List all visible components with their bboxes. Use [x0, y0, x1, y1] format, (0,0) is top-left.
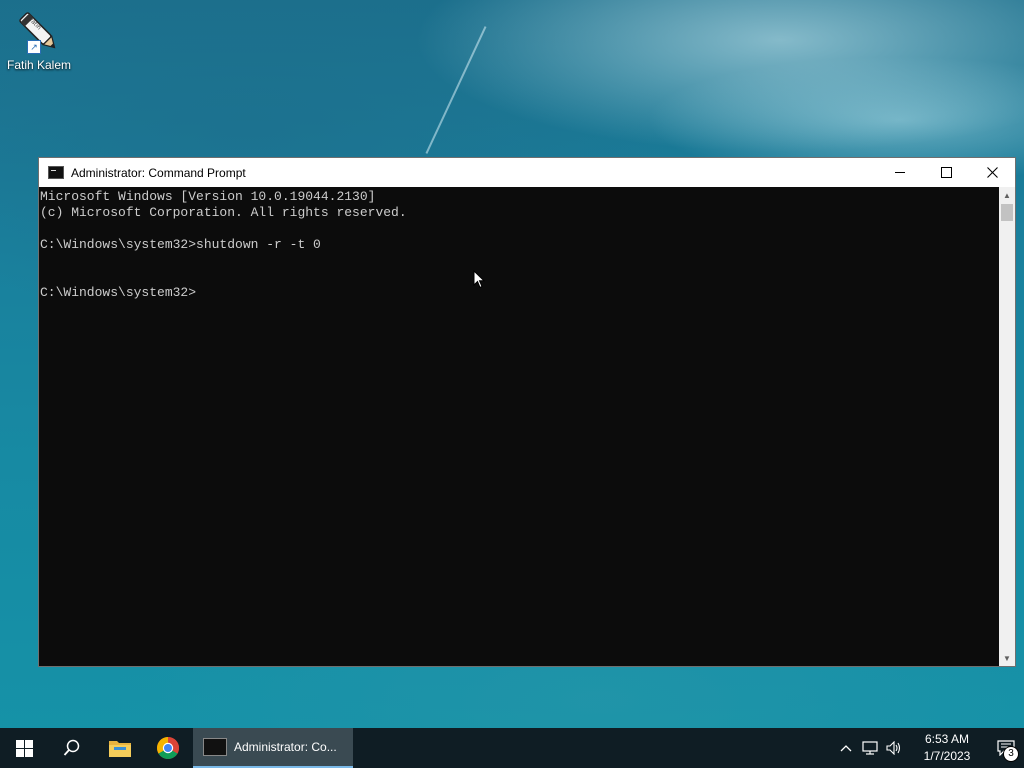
scroll-up-button[interactable]: ▲ — [999, 187, 1015, 203]
close-button[interactable] — [969, 158, 1015, 187]
clock-time: 6:53 AM — [924, 732, 970, 746]
console-output[interactable]: Microsoft Windows [Version 10.0.19044.21… — [39, 187, 999, 666]
taskbar-item-label: Administrator: Co... — [234, 740, 337, 754]
search-button[interactable] — [48, 728, 96, 768]
console-line: (c) Microsoft Corporation. All rights re… — [40, 205, 407, 220]
minimize-button[interactable] — [877, 158, 923, 187]
shortcut-arrow-icon: ↗ — [27, 40, 41, 54]
file-explorer-button[interactable] — [96, 728, 144, 768]
pen-icon: fatih ↗ — [17, 8, 61, 56]
command-prompt-window[interactable]: Administrator: Command Prompt Microsoft … — [38, 157, 1016, 667]
console-prompt-line[interactable]: C:\Windows\system32> — [40, 285, 999, 301]
clock-date: 1/7/2023 — [923, 749, 971, 763]
window-titlebar[interactable]: Administrator: Command Prompt — [39, 158, 1015, 187]
desktop-icon-fatih-kalem[interactable]: fatih ↗ Fatih Kalem — [4, 8, 74, 72]
scroll-thumb[interactable] — [1001, 204, 1013, 221]
search-icon — [63, 739, 80, 756]
maximize-button[interactable] — [923, 158, 969, 187]
cmd-icon — [48, 166, 64, 179]
wallpaper-streak — [425, 26, 487, 154]
scroll-down-button[interactable]: ▼ — [999, 650, 1015, 666]
console-line: Microsoft Windows [Version 10.0.19044.21… — [40, 189, 376, 204]
maximize-icon — [940, 167, 952, 178]
clock[interactable]: 6:53 AM 1/7/2023 — [914, 731, 980, 765]
network-icon[interactable] — [858, 728, 882, 768]
volume-icon[interactable] — [882, 728, 906, 768]
taskbar-item-command-prompt[interactable]: Administrator: Co... — [193, 728, 353, 768]
cmd-icon — [203, 738, 227, 756]
file-explorer-icon — [109, 741, 131, 757]
chevron-up-icon[interactable] — [834, 728, 858, 768]
console-line: C:\Windows\system32>shutdown -r -t 0 — [40, 237, 321, 252]
chrome-icon — [157, 737, 179, 759]
vertical-scrollbar[interactable]: ▲ ▼ — [999, 187, 1015, 666]
action-center-button[interactable]: 3 — [988, 728, 1024, 768]
chrome-button[interactable] — [144, 728, 192, 768]
windows-start-icon — [15, 739, 33, 757]
taskbar: Administrator: Co... 6:53 AM 1/7/2023 3 — [0, 728, 1024, 768]
start-button[interactable] — [0, 728, 48, 768]
window-title: Administrator: Command Prompt — [71, 165, 246, 180]
mouse-cursor-icon — [473, 270, 485, 289]
minimize-icon — [894, 172, 905, 173]
close-icon — [986, 167, 998, 178]
desktop-icon-label: Fatih Kalem — [6, 58, 72, 72]
system-tray: 6:53 AM 1/7/2023 3 — [834, 728, 1024, 768]
notification-count-badge: 3 — [1003, 746, 1019, 762]
